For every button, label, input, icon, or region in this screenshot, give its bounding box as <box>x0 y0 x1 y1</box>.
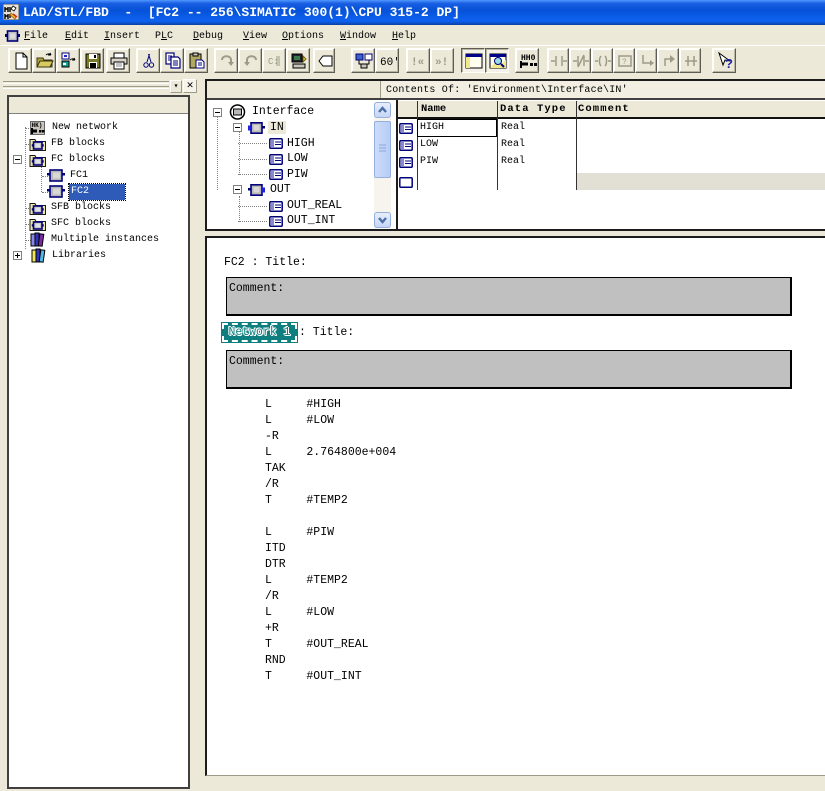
svg-text:?: ? <box>622 58 627 67</box>
svg-text:HH0: HH0 <box>521 54 536 63</box>
svg-text:»!: »! <box>435 57 448 69</box>
svg-text:?: ? <box>725 56 733 70</box>
svg-text:60': 60' <box>380 57 397 69</box>
svg-text:!«: !« <box>411 57 424 69</box>
svg-text:HK): HK) <box>32 122 43 129</box>
